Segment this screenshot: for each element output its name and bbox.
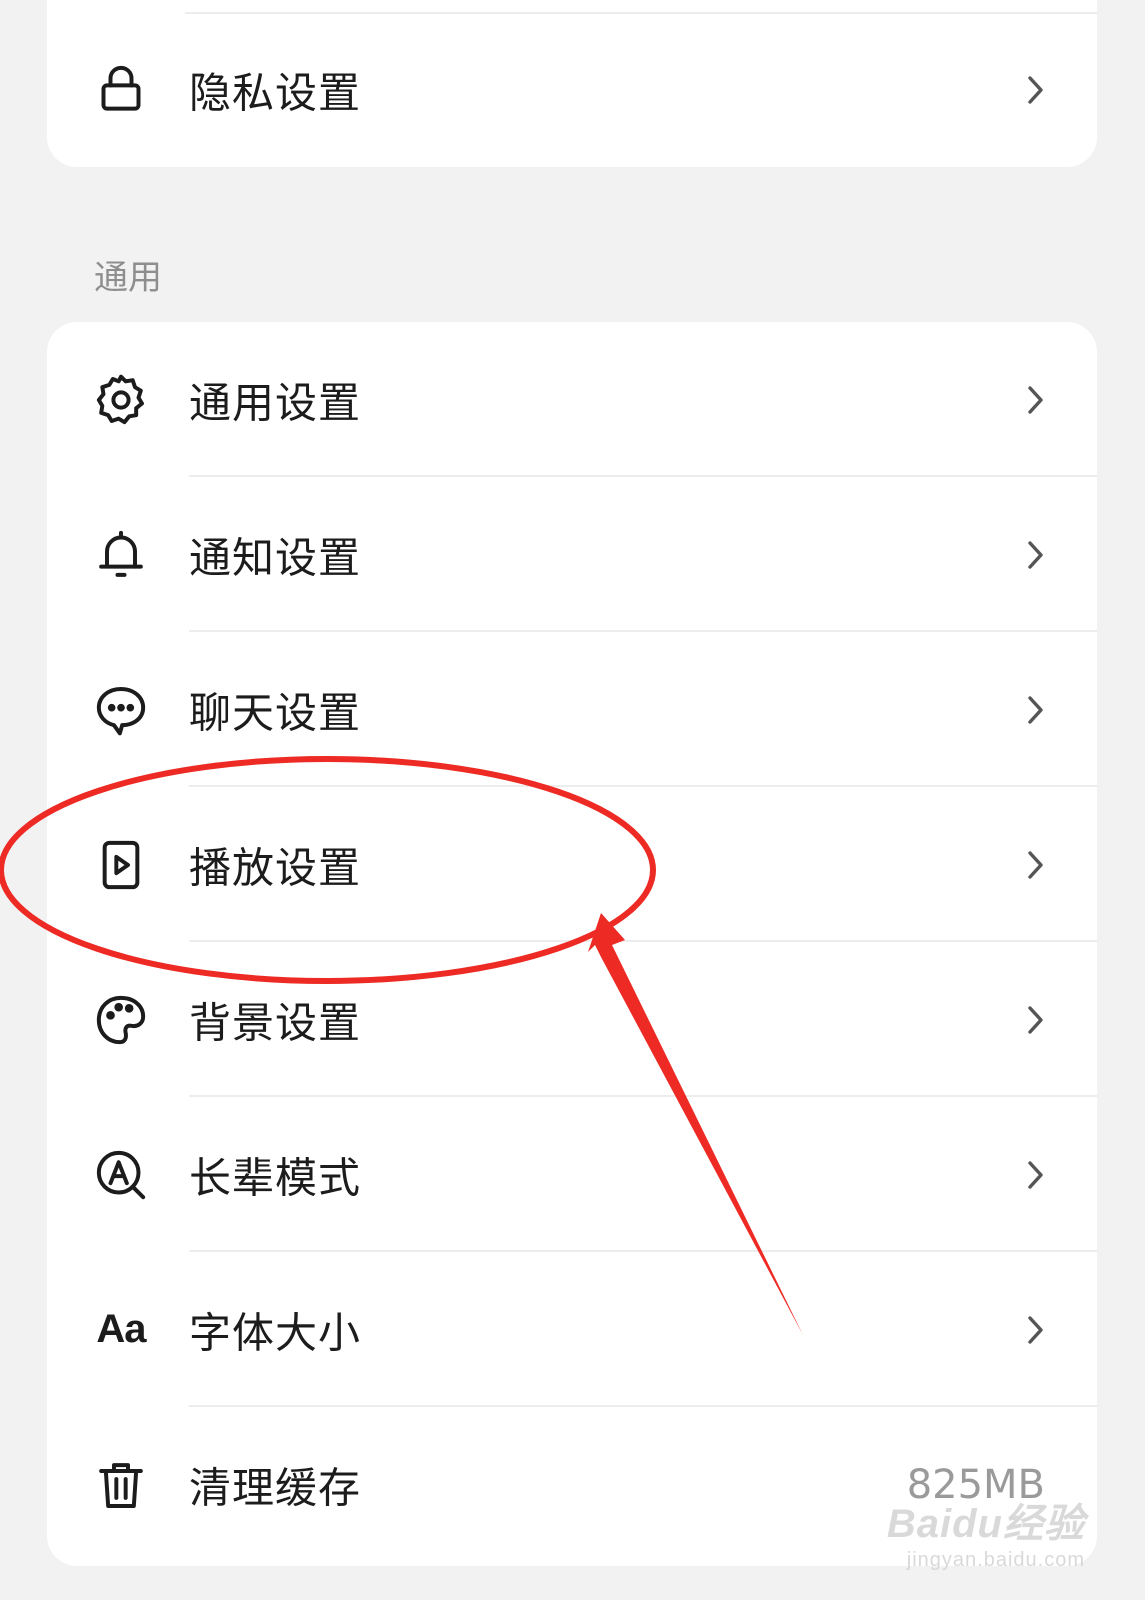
palette-icon (91, 990, 151, 1050)
settings-row-elder-mode[interactable]: 长辈模式 (47, 1097, 1097, 1252)
settings-row-background[interactable]: 背景设置 (47, 942, 1097, 1097)
settings-row-general[interactable]: 通用设置 (47, 322, 1097, 477)
privacy-card: 隐私设置 (47, 0, 1097, 167)
general-settings-card: 通用设置 通知设置 聊天设置 播放设置 背景设置 长辈模式 Aa 字体大小 清理… (47, 322, 1097, 1566)
settings-row-label: 通知设置 (189, 533, 362, 582)
chevron-right-icon (1028, 695, 1043, 724)
bell-icon (91, 525, 151, 585)
trash-icon (91, 1455, 151, 1515)
gear-icon (91, 370, 151, 430)
chevron-right-icon (1028, 850, 1043, 879)
chevron-right-icon (1028, 540, 1043, 569)
settings-row-notifications[interactable]: 通知设置 (47, 477, 1097, 632)
settings-row-label: 播放设置 (189, 843, 362, 892)
chevron-right-icon (1028, 75, 1043, 104)
settings-row-label: 聊天设置 (189, 688, 362, 737)
settings-row-label: 背景设置 (189, 998, 362, 1047)
lock-icon (91, 60, 151, 120)
settings-row-label: 通用设置 (189, 378, 362, 427)
chat-bubble-icon (91, 680, 151, 740)
chevron-right-icon (1028, 1005, 1043, 1034)
settings-row-chat[interactable]: 聊天设置 (47, 632, 1097, 787)
watermark-sub: jingyan.baidu.com (906, 1549, 1085, 1571)
settings-row-label: 清理缓存 (189, 1463, 362, 1512)
settings-row-label: 字体大小 (189, 1308, 362, 1357)
settings-row-privacy[interactable]: 隐私设置 (47, 12, 1097, 167)
settings-row-label: 长辈模式 (189, 1153, 362, 1202)
font-size-icon: Aa (91, 1300, 151, 1360)
watermark-main: Baidu经验 (886, 1502, 1085, 1546)
chevron-right-icon (1028, 1315, 1043, 1344)
elder-mode-icon (91, 1145, 151, 1205)
settings-row-font-size[interactable]: Aa 字体大小 (47, 1252, 1097, 1407)
section-title-general: 通用 (94, 258, 162, 298)
chevron-right-icon (1028, 385, 1043, 414)
play-file-icon (91, 835, 151, 895)
settings-row-playback[interactable]: 播放设置 (47, 787, 1097, 942)
watermark: Baidu经验 jingyan.baidu.com (887, 1491, 1085, 1572)
font-size-glyph: Aa (96, 1307, 146, 1351)
chevron-right-icon (1028, 1160, 1043, 1189)
settings-row-label: 隐私设置 (189, 68, 362, 117)
